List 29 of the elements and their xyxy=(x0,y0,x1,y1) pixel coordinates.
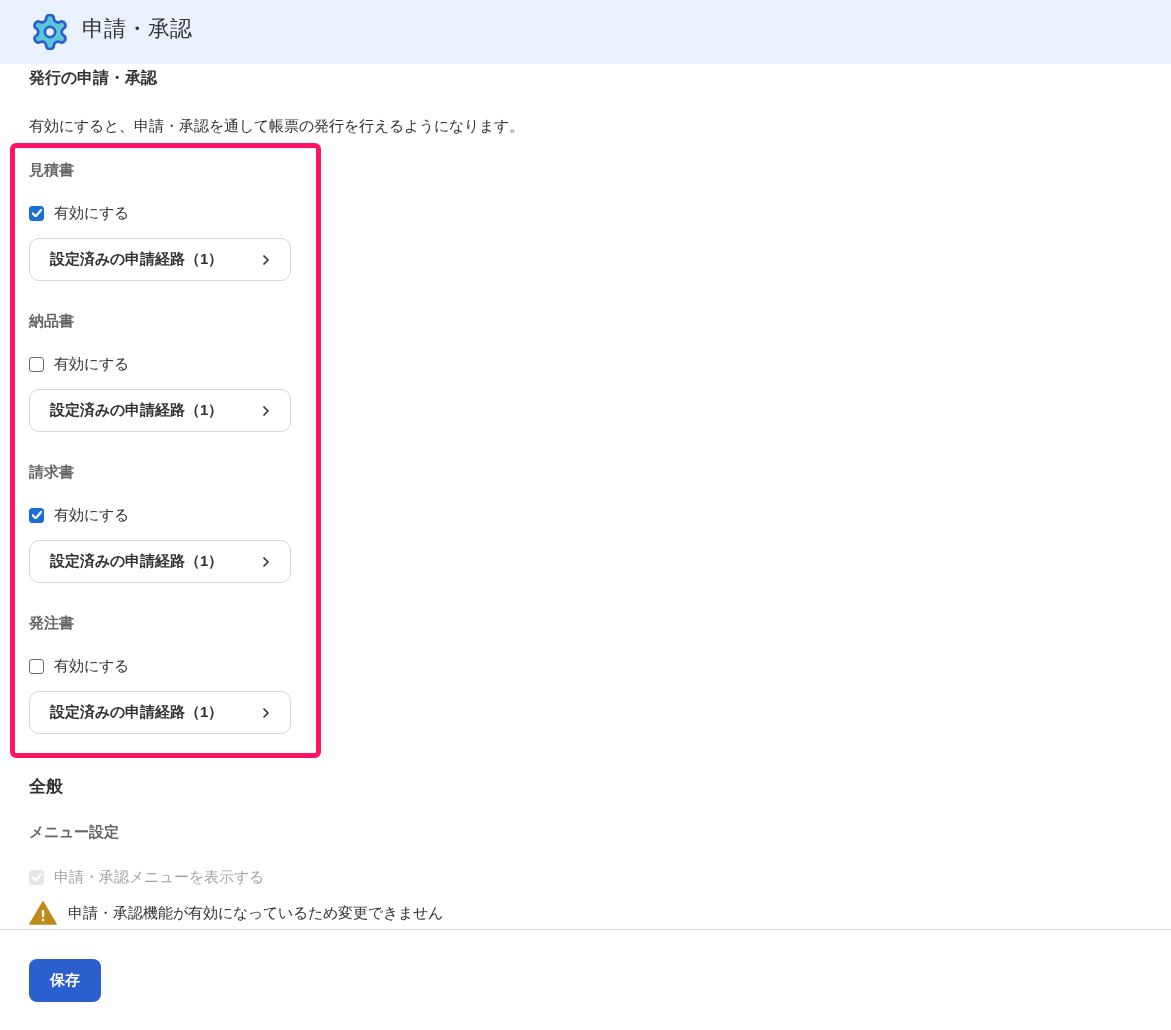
warning-icon xyxy=(29,901,57,925)
checkbox-label: 有効にする xyxy=(54,354,129,374)
checkbox[interactable] xyxy=(29,356,44,372)
checkbox-label: 有効にする xyxy=(54,505,129,525)
checkmark-icon xyxy=(31,511,42,519)
checkbox-label: 有効にする xyxy=(54,656,129,676)
document-type-label: 発注書 xyxy=(29,613,74,633)
approval-route-button[interactable]: 設定済みの申請経路（1） xyxy=(29,238,291,281)
warning-message: 申請・承認機能が有効になっているため変更できません xyxy=(68,903,443,923)
section-heading: 発行の申請・承認 xyxy=(29,68,157,88)
checkbox-label: 申請・承認メニューを表示する xyxy=(54,867,264,887)
document-type-label: 請求書 xyxy=(29,462,74,482)
section-heading: 全般 xyxy=(29,776,63,798)
section-description: 有効にすると、申請・承認を通して帳票の発行を行えるようになります。 xyxy=(29,116,524,136)
page-title: 申請・承認 xyxy=(82,15,192,43)
checkbox-label: 有効にする xyxy=(54,203,129,223)
checkbox[interactable] xyxy=(29,658,44,674)
approval-route-button[interactable]: 設定済みの申請経路（1） xyxy=(29,691,291,734)
document-type-label: 見積書 xyxy=(29,160,74,180)
checkmark-icon xyxy=(31,209,42,217)
checkmark-icon xyxy=(31,873,42,881)
document-type-label: 納品書 xyxy=(29,311,74,331)
gear-icon xyxy=(32,14,68,50)
checkbox[interactable] xyxy=(29,205,44,221)
checkbox[interactable] xyxy=(29,507,44,523)
subsection-heading: メニュー設定 xyxy=(29,822,119,842)
approval-route-button[interactable]: 設定済みの申請経路（1） xyxy=(29,540,291,583)
approval-route-button[interactable]: 設定済みの申請経路（1） xyxy=(29,389,291,432)
save-button[interactable]: 保存 xyxy=(29,959,101,1002)
